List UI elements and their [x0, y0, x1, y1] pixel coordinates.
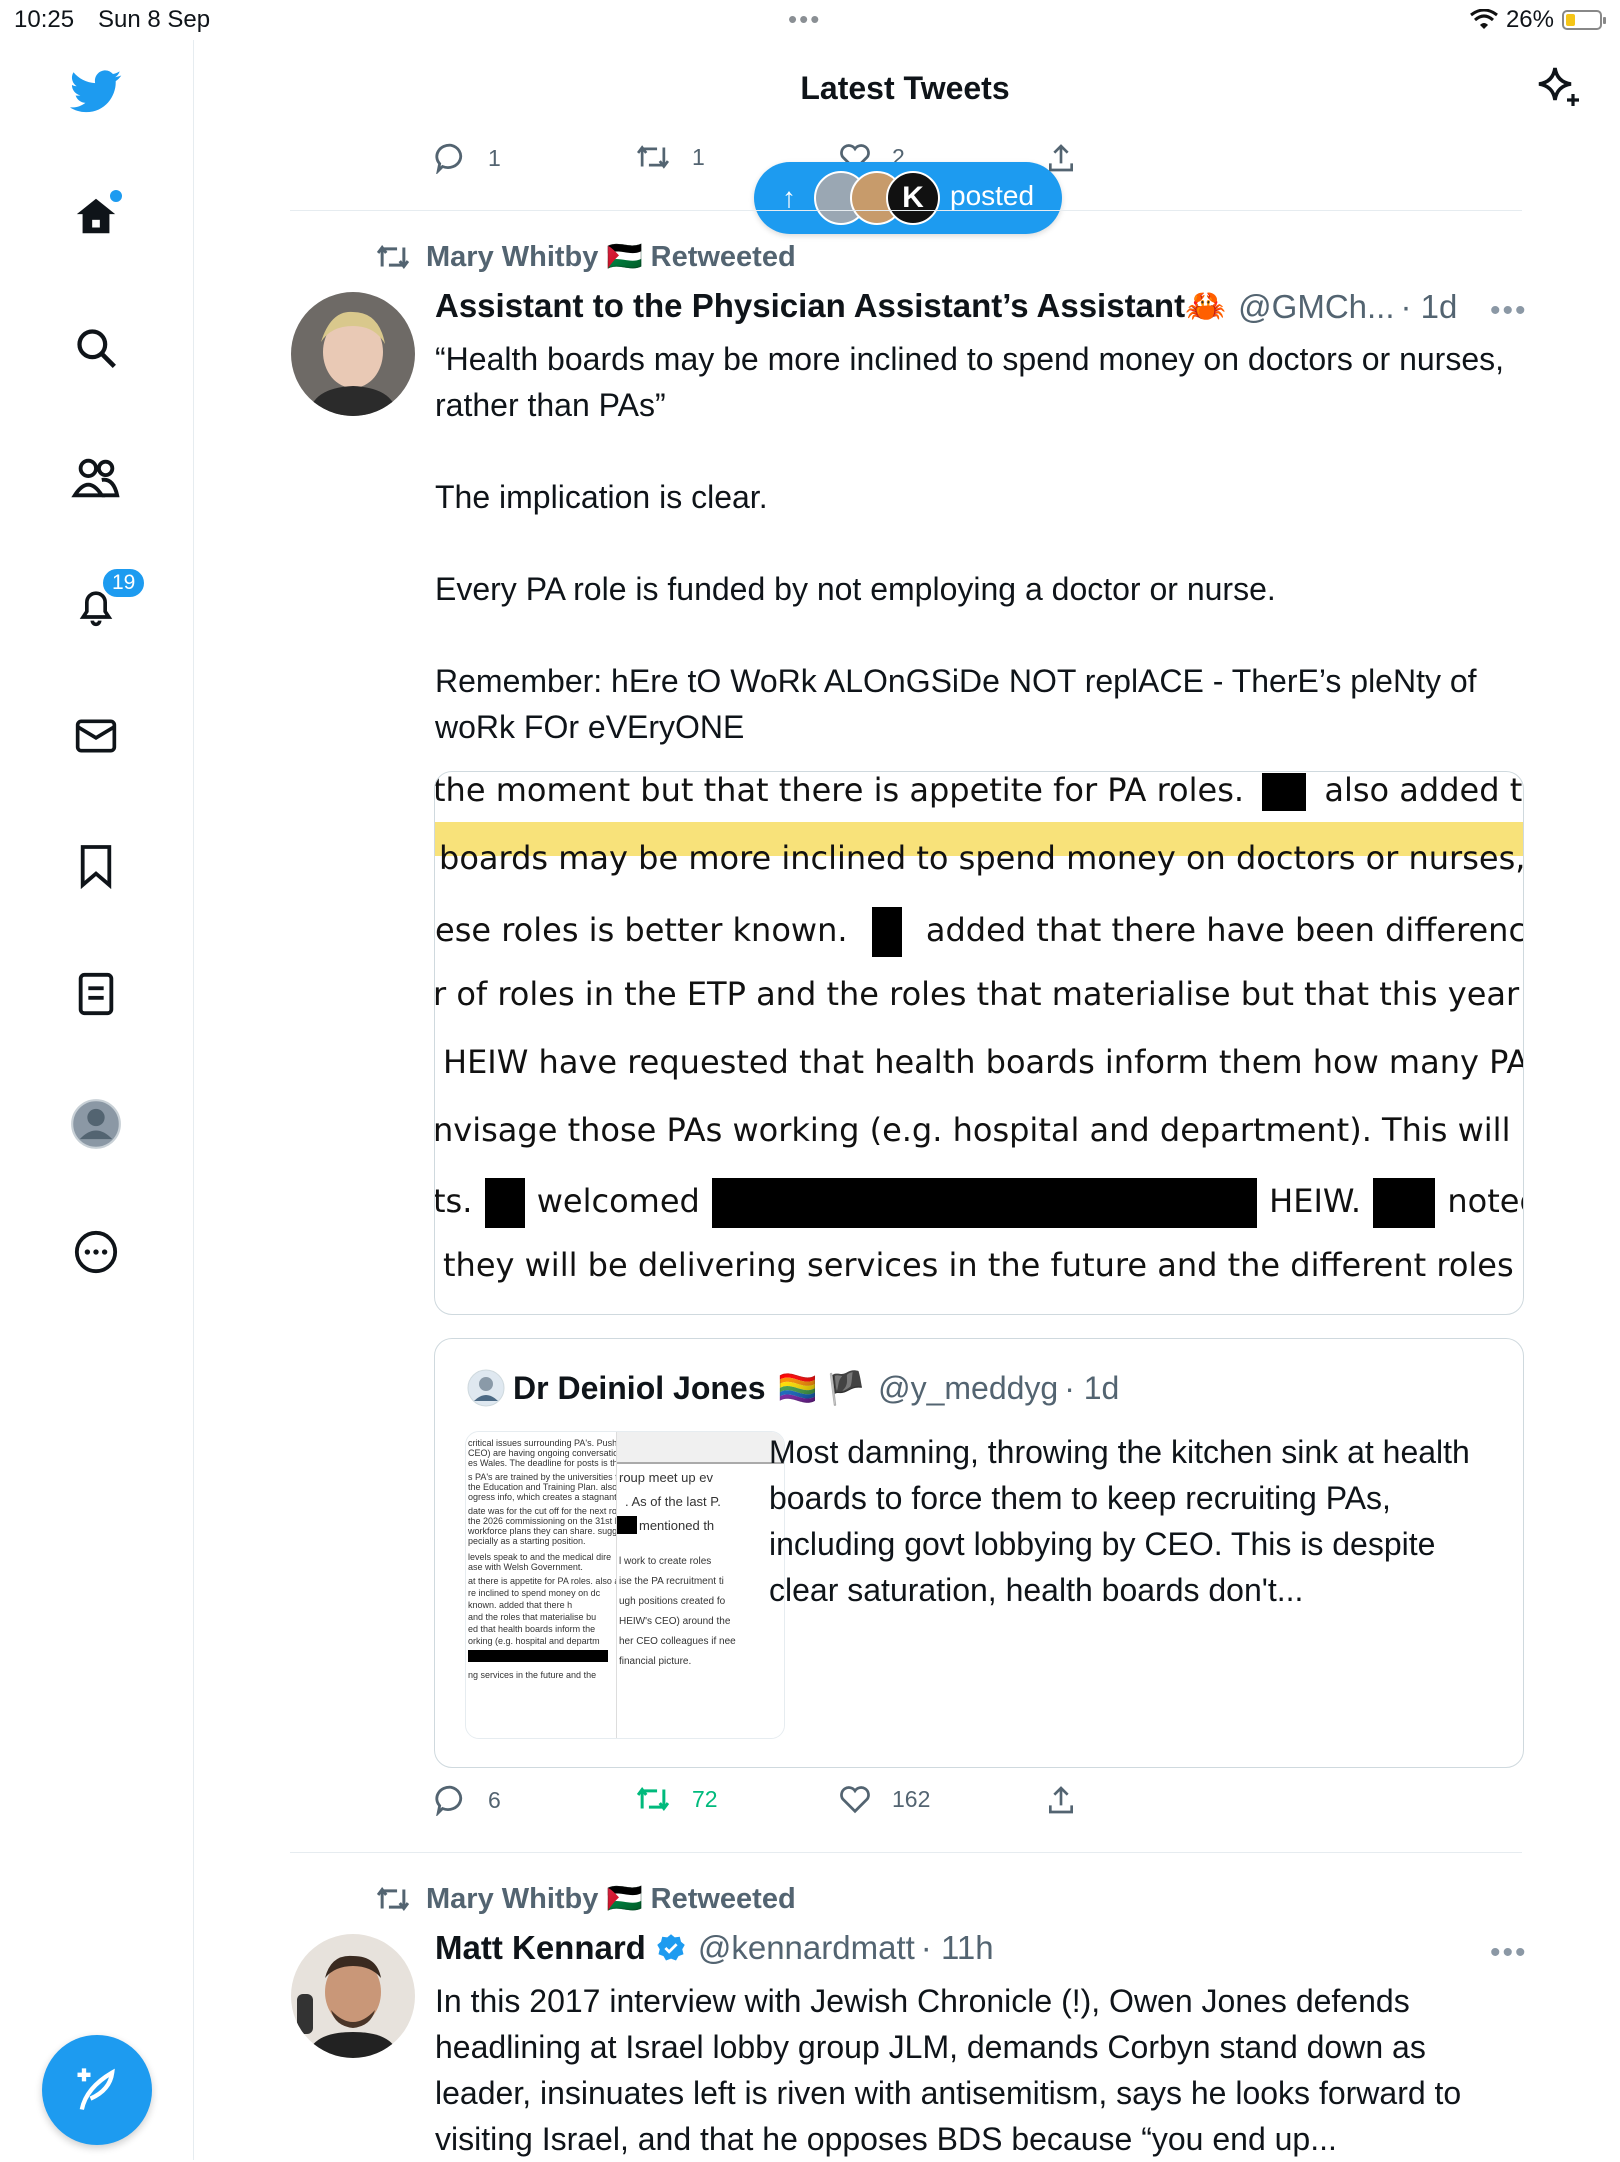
image-line-4: r of roles in the ETP and the roles that…	[434, 975, 1524, 1013]
retweeted-by-text: Mary Whitby 🇵🇸 Retweeted	[426, 241, 796, 273]
search-icon[interactable]	[70, 322, 122, 374]
author-name[interactable]: Assistant to the Physician Assistant’s A…	[435, 287, 1226, 326]
quote-thumbnail[interactable]: critical issues surrounding PA's. Push-M…	[465, 1431, 785, 1739]
thumb-left-page: critical issues surrounding PA's. Push-M…	[466, 1432, 675, 1738]
author-avatar[interactable]	[291, 292, 415, 416]
status-date: Sun 8 Sep	[98, 6, 211, 33]
reply-icon	[435, 1785, 463, 1816]
image-line-5: HEIW have requested that health boards i…	[443, 1043, 1524, 1081]
share-button[interactable]	[1046, 1784, 1076, 1816]
tweet-time: · 1d	[1400, 287, 1458, 325]
prev-retweet-button[interactable]: 1	[634, 142, 705, 172]
author-handle[interactable]: @kennardmatt	[698, 1929, 915, 1967]
retweet-count: 72	[692, 1785, 718, 1812]
lists-icon[interactable]	[70, 968, 122, 1020]
home-icon[interactable]	[70, 188, 124, 242]
prev-retweet-count: 1	[692, 143, 705, 170]
battery-percent: 26%	[1505, 6, 1554, 33]
profile-avatar-icon[interactable]	[70, 1098, 122, 1150]
tweet-divider	[290, 210, 1522, 211]
author-handle[interactable]: @GMCh...	[1238, 288, 1394, 326]
heart-icon	[840, 1786, 870, 1814]
sparkle-icon[interactable]	[1535, 64, 1583, 117]
more-options-icon[interactable]: •••	[1490, 1936, 1528, 1970]
thumb-right-page: roup meet up ev . As of the last P. ment…	[616, 1432, 784, 1738]
compose-tweet-button[interactable]	[42, 2035, 152, 2145]
quote-author-line: Dr Deiniol Jones 🏳️‍🌈 🏴 @y_meddyg · 1d	[467, 1369, 1119, 1407]
battery-icon	[1562, 10, 1606, 30]
tweet-image[interactable]: the moment but that there is appetite fo…	[434, 771, 1524, 1315]
status-bar: 10:25 Sun 8 Sep ••• 26%	[0, 0, 1620, 40]
bookmarks-icon[interactable]	[70, 840, 122, 892]
author-avatar[interactable]	[291, 1934, 415, 2058]
share-icon	[1049, 144, 1073, 172]
quote-author-avatar	[467, 1369, 505, 1407]
quote-author-handle[interactable]: @y_meddyg	[878, 1370, 1058, 1407]
poster-avatar-3: K	[886, 171, 940, 225]
quote-author-name[interactable]: Dr Deiniol Jones	[513, 1370, 766, 1407]
image-line-8: they will be delivering services in the …	[443, 1246, 1524, 1284]
quote-text: Most damning, throwing the kitchen sink …	[769, 1434, 1470, 1608]
more-options-icon[interactable]: •••	[1490, 294, 1528, 328]
wifi-icon	[1470, 9, 1498, 29]
tweet-time: · 11h	[920, 1929, 994, 1966]
retweet-icon	[636, 145, 670, 169]
communities-icon[interactable]	[70, 452, 122, 504]
share-icon	[1049, 1786, 1073, 1814]
retweet-icon	[376, 245, 410, 269]
like-button[interactable]: 162	[838, 1784, 930, 1814]
like-count: 162	[892, 1785, 931, 1812]
prev-reply-count: 1	[488, 144, 501, 171]
author-name[interactable]: Matt Kennard	[435, 1929, 646, 1967]
quote-time: · 1d	[1064, 1369, 1120, 1406]
tweet-text: In this 2017 interview with Jewish Chron…	[435, 1983, 1471, 2157]
compose-feather-icon	[77, 2068, 115, 2111]
image-line-3: ese roles is better known. added that th…	[435, 907, 1523, 957]
retweet-button[interactable]: 72	[634, 1784, 718, 1814]
retweet-icon	[376, 1887, 410, 1911]
quote-author-flags: 🏳️‍🌈 🏴	[777, 1370, 867, 1406]
notifications-badge: 19	[100, 566, 148, 600]
tweet-author-line: Assistant to the Physician Assistant’s A…	[435, 287, 1457, 326]
reply-count: 6	[488, 1786, 501, 1813]
status-time: 10:25	[14, 6, 75, 33]
image-line-6: nvisage those PAs working (e.g. hospital…	[434, 1111, 1524, 1149]
retweeted-by-line: Mary Whitby 🇵🇸 Retweeted	[374, 1882, 796, 1916]
retweeted-by-line: Mary Whitby 🇵🇸 Retweeted	[374, 240, 796, 274]
image-line-2: boards may be more inclined to spend mon…	[439, 839, 1524, 877]
tweet-text: “Health boards may be more inclined to s…	[435, 341, 1504, 745]
image-line-7: ts. welcomed HEIW. noted th	[435, 1178, 1523, 1228]
page-title: Latest Tweets	[800, 70, 1010, 106]
reply-icon	[435, 143, 463, 174]
home-badge-dot	[108, 188, 124, 204]
more-options-icon[interactable]	[70, 1226, 122, 1278]
retweeted-by-text: Mary Whitby 🇵🇸 Retweeted	[426, 1883, 796, 1915]
retweet-icon	[636, 1787, 670, 1811]
messages-icon[interactable]	[70, 710, 122, 762]
reply-button[interactable]: 6	[434, 1784, 501, 1816]
new-posts-pill[interactable]: ↑ K posted	[754, 162, 1062, 234]
prev-share-button[interactable]	[1046, 142, 1076, 174]
notifications-bell-icon[interactable]: 19	[70, 566, 148, 632]
prev-reply-button[interactable]: 1	[434, 142, 501, 174]
tweet-divider	[290, 1852, 1522, 1853]
verified-badge-icon	[657, 1934, 685, 1961]
image-line-1: the moment but that there is appetite fo…	[434, 771, 1523, 811]
quote-tweet-card[interactable]: Dr Deiniol Jones 🏳️‍🌈 🏴 @y_meddyg · 1d c…	[434, 1338, 1524, 1768]
tweet-author-line: Matt Kennard @kennardmatt · 11h	[435, 1929, 994, 1967]
status-right: 26%	[1470, 6, 1606, 34]
multitasking-dots-icon[interactable]: •••	[788, 4, 821, 35]
new-posts-label: posted	[950, 180, 1035, 211]
sidebar: 19	[0, 40, 194, 2160]
